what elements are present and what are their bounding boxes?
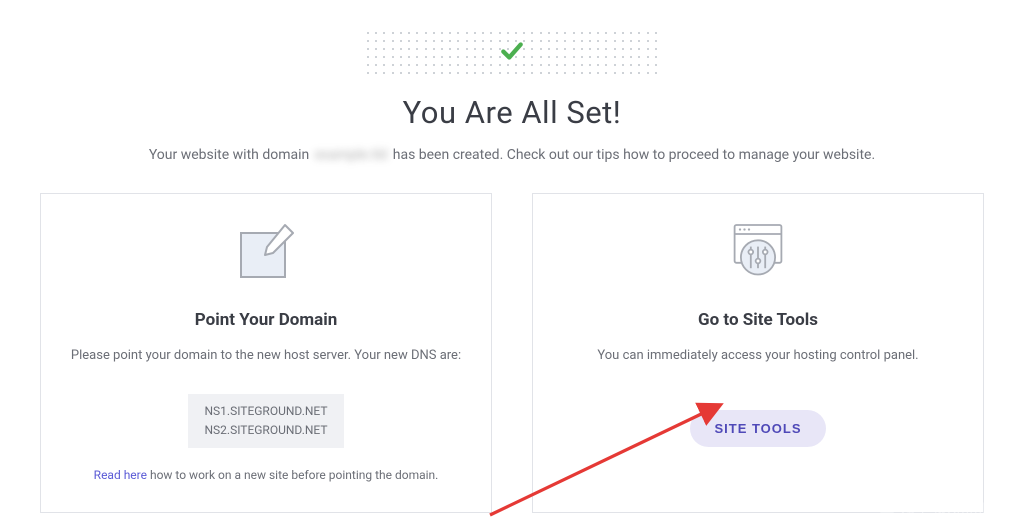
point-domain-card: Point Your Domain Please point your doma…: [40, 193, 492, 513]
site-tools-card: Go to Site Tools You can immediately acc…: [532, 193, 984, 513]
decorative-dots-pattern: [40, 30, 984, 76]
read-here-row: Read here how to work on a new site befo…: [65, 468, 467, 482]
site-tools-title: Go to Site Tools: [557, 310, 959, 330]
dns-record-2: NS2.SITEGROUND.NET: [204, 421, 327, 440]
domain-placeholder-blurred: example.tld: [313, 147, 390, 163]
point-domain-description: Please point your domain to the new host…: [65, 346, 467, 366]
zhihu-watermark: 知乎 @Xmmblog: [879, 498, 1012, 518]
checkmark-icon: [499, 38, 525, 68]
page-subheading: Your website with domain example.tld has…: [40, 147, 984, 163]
dns-records-box: NS1.SITEGROUND.NET NS2.SITEGROUND.NET: [188, 394, 343, 448]
edit-note-icon: [65, 216, 467, 288]
read-here-link[interactable]: Read here: [94, 468, 147, 482]
dns-record-1: NS1.SITEGROUND.NET: [204, 402, 327, 421]
point-domain-title: Point Your Domain: [65, 310, 467, 330]
page-title: You Are All Set!: [40, 94, 984, 131]
site-tools-icon: [557, 216, 959, 288]
site-tools-button[interactable]: SITE TOOLS: [690, 410, 825, 447]
site-tools-description: You can immediately access your hosting …: [557, 346, 959, 366]
